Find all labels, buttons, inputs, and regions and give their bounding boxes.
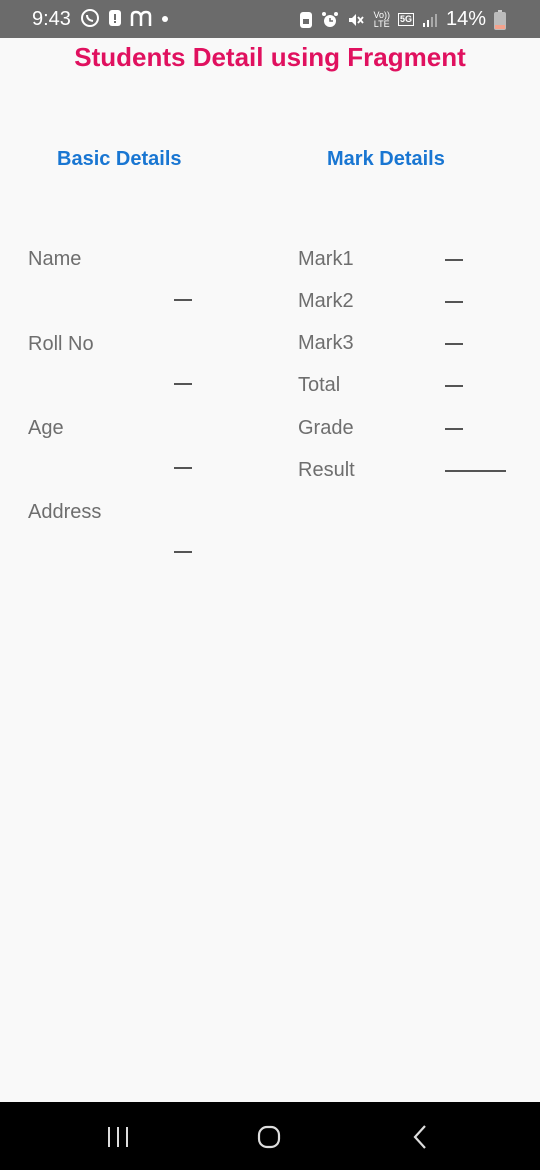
grade-value	[445, 428, 463, 430]
whatsapp-icon	[80, 8, 100, 28]
age-value	[174, 467, 192, 469]
address-value	[174, 551, 192, 553]
volte-icon: Vo)) LTE	[373, 10, 390, 29]
mark1-value	[445, 259, 463, 261]
basic-details-heading: Basic Details	[57, 148, 182, 170]
5g-icon: 5G	[397, 13, 414, 26]
grade-label: Grade	[298, 417, 354, 439]
lte-label: LTE	[373, 18, 390, 29]
battery-percent: 14%	[445, 8, 486, 30]
total-label: Total	[298, 374, 341, 396]
page-title: Students Detail using Fragment	[74, 42, 466, 72]
dot-icon	[160, 8, 170, 28]
mark2-value	[445, 301, 463, 303]
result-value	[445, 470, 506, 472]
address-label: Address	[28, 501, 102, 523]
notification-icon	[108, 8, 122, 28]
mark3-value	[445, 343, 463, 345]
name-label: Name	[28, 248, 82, 270]
mute-icon	[347, 11, 365, 29]
result-label: Result	[298, 459, 355, 481]
back-icon[interactable]	[410, 1124, 430, 1155]
status-left-icons	[80, 8, 170, 28]
mark1-label: Mark1	[298, 248, 354, 270]
net-label: 5G	[399, 14, 412, 24]
status-time: 9:43	[32, 8, 71, 30]
signal-icon	[422, 12, 438, 28]
mark3-label: Mark3	[298, 332, 354, 354]
roll-no-label: Roll No	[28, 333, 94, 355]
battery-icon	[494, 9, 506, 30]
recent-apps-icon[interactable]	[106, 1126, 130, 1153]
m-app-icon	[130, 8, 152, 28]
age-label: Age	[28, 417, 64, 439]
roll-no-value	[174, 383, 192, 385]
navigation-bar	[0, 1102, 540, 1170]
status-right-icons: Vo)) LTE 5G 14%	[299, 8, 506, 31]
total-value	[445, 385, 463, 387]
home-icon[interactable]	[257, 1125, 281, 1154]
mark-details-heading: Mark Details	[327, 148, 445, 170]
status-bar: 9:43 Vo)) LTE 5G 14%	[0, 0, 540, 38]
name-value	[174, 299, 192, 301]
mark2-label: Mark2	[298, 290, 354, 312]
sim-icon	[299, 11, 313, 29]
alarm-icon	[321, 11, 339, 29]
